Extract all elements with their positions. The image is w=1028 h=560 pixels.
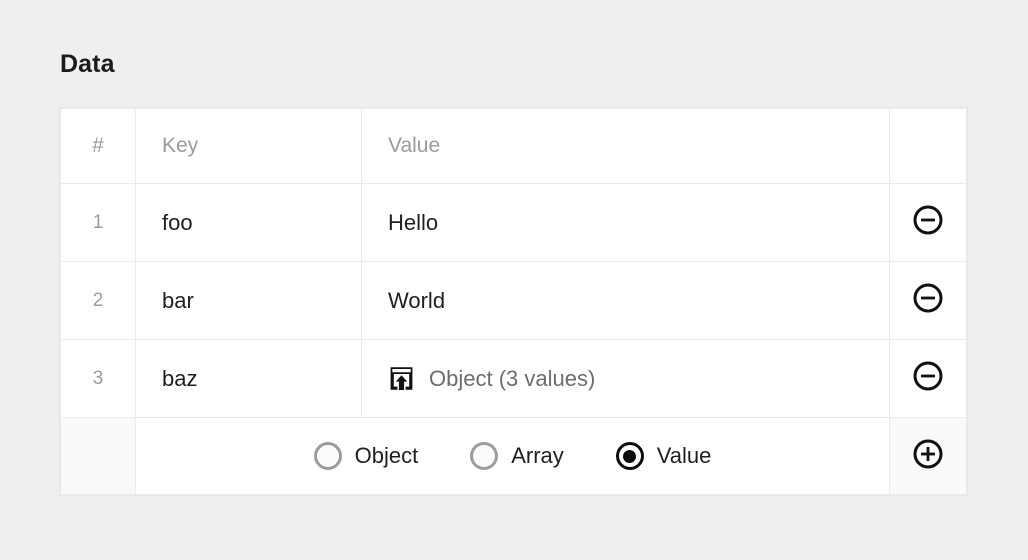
row-actions: [889, 261, 967, 340]
radio-option-value[interactable]: Value: [615, 442, 712, 470]
new-entry-type-cell: Object Array Value: [135, 417, 890, 495]
radio-label-array: Array: [511, 443, 564, 468]
data-table: # Key Value 1 foo Hello 2 bar World 3 ba…: [60, 108, 967, 495]
remove-row-button[interactable]: [911, 359, 945, 393]
column-header-key: Key: [135, 108, 362, 184]
column-header-actions: [889, 108, 967, 184]
row-value[interactable]: Hello: [361, 183, 890, 262]
row-value[interactable]: World: [361, 261, 890, 340]
radio-mark-value[interactable]: [615, 442, 644, 470]
new-entry-type-group: Object Array Value: [136, 442, 889, 470]
table-row: 2 bar World: [60, 261, 967, 340]
table-body: 1 foo Hello 2 bar World 3 baz Object (3 …: [60, 183, 967, 418]
table-header: # Key Value: [60, 108, 967, 184]
row-key[interactable]: bar: [135, 261, 362, 340]
column-header-value: Value: [361, 108, 890, 184]
footer-index-cell: [60, 417, 136, 495]
table-footer: Object Array Value: [60, 417, 967, 495]
radio-label-value: Value: [656, 443, 712, 468]
table-row: 3 baz Object (3 values): [60, 339, 967, 418]
row-index: 1: [60, 183, 136, 262]
expand-into-icon[interactable]: [388, 365, 415, 392]
footer-actions: [889, 417, 967, 495]
row-actions: [889, 339, 967, 418]
row-key[interactable]: foo: [135, 183, 362, 262]
row-index: 2: [60, 261, 136, 340]
radio-label-object: Object: [354, 443, 419, 468]
column-header-index: #: [60, 108, 136, 184]
radio-mark-object[interactable]: [313, 442, 342, 470]
data-editor-page: Data # Key Value 1 foo Hello 2 bar World…: [0, 0, 1028, 560]
table-header-row: # Key Value: [60, 108, 967, 184]
row-value[interactable]: Object (3 values): [361, 339, 890, 418]
radio-option-object[interactable]: Object: [313, 442, 419, 470]
row-value-text: Object (3 values): [429, 365, 596, 391]
remove-row-button[interactable]: [911, 203, 945, 237]
remove-row-button[interactable]: [911, 281, 945, 315]
page-title: Data: [60, 50, 115, 78]
row-actions: [889, 183, 967, 262]
radio-option-array[interactable]: Array: [470, 442, 564, 470]
add-row-controls: Object Array Value: [60, 417, 967, 495]
add-row-button[interactable]: [911, 437, 945, 471]
row-key[interactable]: baz: [135, 339, 362, 418]
row-value-text: World: [388, 287, 446, 313]
row-value-text: Hello: [388, 209, 439, 235]
table-row: 1 foo Hello: [60, 183, 967, 262]
radio-mark-array[interactable]: [470, 442, 499, 470]
row-index: 3: [60, 339, 136, 418]
